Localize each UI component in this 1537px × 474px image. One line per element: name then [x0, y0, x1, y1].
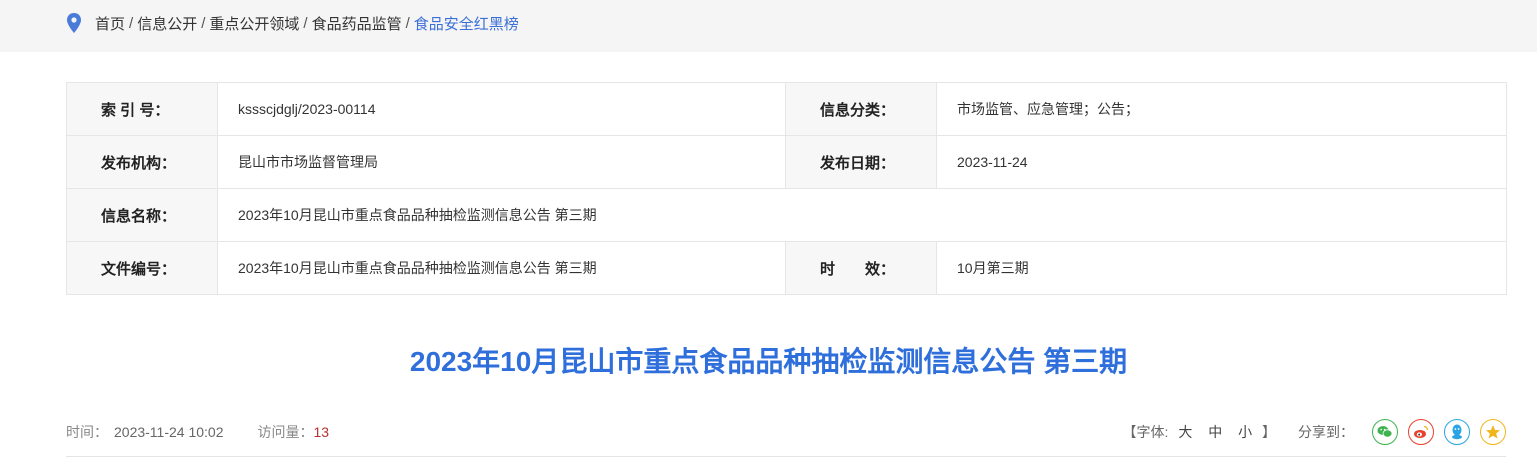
breadcrumb: 首页 / 信息公开 / 重点公开领域 / 食品药品监管 / 食品安全红黑榜	[66, 12, 519, 34]
docno-label: 文件编号：	[66, 241, 218, 295]
font-size-bracket: 】	[1262, 424, 1276, 440]
table-row: 索 引 号： ksssсjdglj/2023-00114 信息分类： 市场监管、…	[66, 82, 1507, 136]
category-label: 信息分类：	[785, 82, 937, 136]
qzone-icon[interactable]	[1480, 419, 1506, 445]
time-value: 2023-11-24 10:02	[114, 424, 224, 440]
qq-icon[interactable]	[1444, 419, 1470, 445]
font-medium-button[interactable]: 中	[1208, 424, 1222, 440]
breadcrumb-bar: 首页 / 信息公开 / 重点公开领域 / 食品药品监管 / 食品安全红黑榜	[0, 0, 1537, 52]
date-value: 2023-11-24	[936, 135, 1507, 189]
weibo-icon[interactable]	[1408, 419, 1434, 445]
breadcrumb-food-drug[interactable]: 食品药品监管	[312, 13, 402, 34]
breadcrumb-separator: /	[303, 14, 308, 32]
category-value: 市场监管、应急管理；公告；	[936, 82, 1507, 136]
breadcrumb-separator: /	[405, 14, 410, 32]
info-meta-table: 索 引 号： ksssсjdglj/2023-00114 信息分类： 市场监管、…	[66, 82, 1507, 295]
wechat-icon[interactable]	[1372, 419, 1398, 445]
location-pin-icon	[66, 13, 82, 33]
table-row: 文件编号： 2023年10月昆山市重点食品品种抽检监测信息公告 第三期 时 效：…	[66, 241, 1507, 295]
validity-label: 时 效：	[785, 241, 937, 295]
breadcrumb-current[interactable]: 食品安全红黑榜	[414, 13, 519, 34]
docno-value: 2023年10月昆山市重点食品品种抽检监测信息公告 第三期	[217, 241, 786, 295]
font-size-label: 【字体:	[1122, 424, 1169, 440]
index-label: 索 引 号：	[66, 82, 218, 136]
index-value: ksssсjdglj/2023-00114	[217, 82, 786, 136]
validity-value: 10月第三期	[936, 241, 1507, 295]
breadcrumb-key-areas[interactable]: 重点公开领域	[209, 13, 299, 34]
breadcrumb-separator: /	[201, 14, 206, 32]
share-label: 分享到：	[1298, 424, 1354, 440]
breadcrumb-home[interactable]: 首页	[95, 13, 125, 34]
date-label: 发布日期：	[785, 135, 937, 189]
breadcrumb-info-disclosure[interactable]: 信息公开	[137, 13, 197, 34]
time-label: 时间：	[66, 424, 108, 440]
table-row: 信息名称： 2023年10月昆山市重点食品品种抽检监测信息公告 第三期	[66, 188, 1507, 242]
table-row: 发布机构： 昆山市市场监督管理局 发布日期： 2023-11-24	[66, 135, 1507, 189]
tools: 【字体: 大 中 小 】 分享到：	[1123, 419, 1506, 445]
publisher-value: 昆山市市场监督管理局	[217, 135, 786, 189]
visits-label: 访问量：	[257, 424, 314, 440]
visits-count: 13	[313, 424, 330, 440]
article-info-bar: 时间： 2023-11-24 10:02 访问量： 13 【字体: 大 中 小 …	[66, 419, 1506, 445]
article-title: 2023年10月昆山市重点食品品种抽检监测信息公告 第三期	[409, 346, 1128, 377]
divider	[66, 456, 1506, 457]
publisher-label: 发布机构：	[66, 135, 218, 189]
breadcrumb-separator: /	[129, 14, 134, 32]
font-small-button[interactable]: 小	[1238, 424, 1252, 440]
name-label: 信息名称：	[66, 188, 218, 242]
name-value: 2023年10月昆山市重点食品品种抽检监测信息公告 第三期	[217, 188, 1507, 242]
font-large-button[interactable]: 大	[1178, 424, 1192, 440]
font-size-control: 【字体: 大 中 小 】	[1123, 422, 1276, 442]
